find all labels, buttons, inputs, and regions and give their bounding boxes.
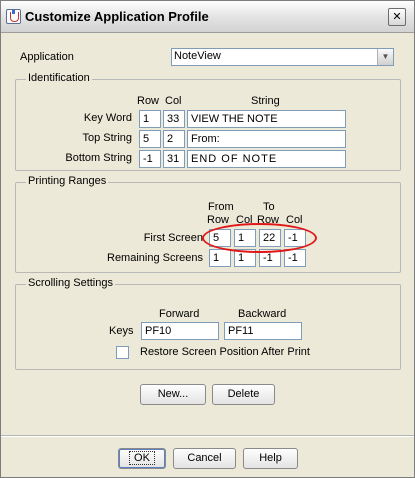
remaining-screens-label: Remaining Screens — [107, 252, 203, 264]
bottom-string-row-input[interactable]: -1 — [139, 150, 161, 168]
bottom-string-label: Bottom String — [65, 152, 132, 164]
new-button[interactable]: New... — [140, 384, 206, 405]
top-string-col-input[interactable]: 2 — [163, 130, 185, 148]
ok-button[interactable]: OK — [118, 448, 166, 469]
remaining-from-row-input[interactable]: 1 — [209, 249, 231, 267]
help-button[interactable]: Help — [243, 448, 298, 469]
chevron-down-icon[interactable]: ▼ — [377, 49, 393, 65]
from-header: From — [208, 201, 234, 213]
from-row-header: Row — [207, 214, 230, 226]
identification-row-header: Row — [137, 95, 160, 107]
footer-divider — [1, 435, 414, 437]
remaining-to-col-input[interactable]: -1 — [284, 249, 306, 267]
key-word-row-input[interactable]: 1 — [139, 110, 161, 128]
identification-col-header: Col — [165, 95, 182, 107]
key-word-string-input[interactable]: VIEW THE NOTE — [187, 110, 346, 128]
forward-key-input[interactable]: PF10 — [141, 322, 219, 340]
printing-ranges-group — [15, 182, 401, 273]
delete-button[interactable]: Delete — [212, 384, 275, 405]
identification-string-header: String — [251, 95, 280, 107]
customize-profile-dialog: Customize Application Profile ✕ Applicat… — [0, 0, 415, 478]
restore-position-label: Restore Screen Position After Print — [140, 346, 310, 358]
restore-position-checkbox[interactable] — [116, 346, 129, 359]
top-string-string-input[interactable]: From: — [187, 130, 346, 148]
red-highlight-annotation — [202, 223, 317, 253]
scrolling-settings-title: Scrolling Settings — [26, 277, 115, 289]
title-bar[interactable]: Customize Application Profile ✕ — [1, 1, 414, 33]
close-button[interactable]: ✕ — [388, 8, 406, 26]
bottom-string-string-input[interactable]: END OF NOTE — [187, 150, 346, 168]
application-select[interactable]: NoteView ▼ — [171, 48, 394, 66]
java-app-icon — [6, 9, 21, 24]
top-string-label: Top String — [82, 132, 132, 144]
backward-key-input[interactable]: PF11 — [224, 322, 302, 340]
forward-header: Forward — [159, 308, 200, 320]
application-selected-value: NoteView — [174, 50, 221, 62]
keys-label: Keys — [109, 325, 134, 337]
window-title: Customize Application Profile — [25, 9, 209, 24]
cancel-button[interactable]: Cancel — [173, 448, 236, 469]
key-word-label: Key Word — [83, 112, 132, 124]
key-word-col-input[interactable]: 33 — [163, 110, 185, 128]
application-label: Application — [20, 51, 74, 63]
first-screen-label: First Screen — [143, 232, 203, 244]
printing-ranges-title: Printing Ranges — [26, 175, 109, 187]
to-header: To — [263, 201, 275, 213]
backward-header: Backward — [238, 308, 287, 320]
bottom-string-col-input[interactable]: 31 — [163, 150, 185, 168]
identification-title: Identification — [26, 72, 92, 84]
top-string-row-input[interactable]: 5 — [139, 130, 161, 148]
ok-button-label: OK — [129, 451, 155, 465]
